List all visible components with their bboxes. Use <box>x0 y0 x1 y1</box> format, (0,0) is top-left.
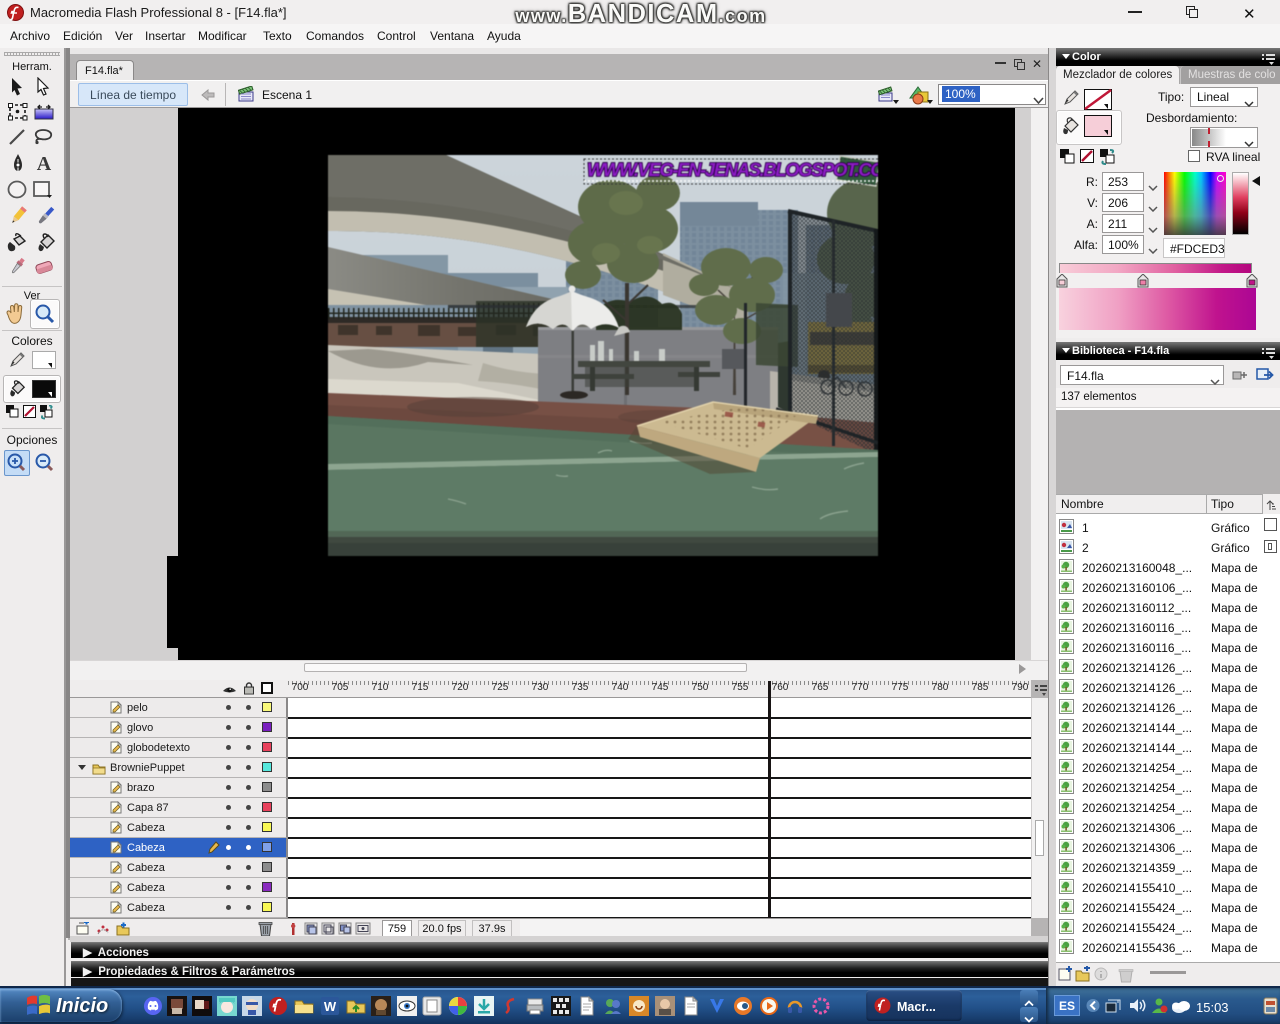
svg-text:A: A <box>37 154 52 173</box>
svg-text:W: W <box>324 999 337 1014</box>
svg-text:WWW.VEG-EN-JENAS.BLOGSPOT.COM: WWW.VEG-EN-JENAS.BLOGSPOT.COM <box>587 159 878 180</box>
